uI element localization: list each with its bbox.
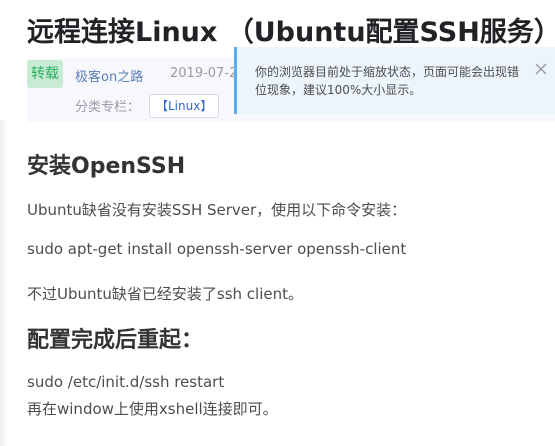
left-edge-shade [0,120,8,446]
zoom-warning-text: 你的浏览器目前处于缩放状态，页面可能会出现错位现象，建议100%大小显示。 [255,65,520,97]
section-heading-install: 安装OpenSSH [27,154,186,179]
close-icon[interactable] [534,61,548,75]
paragraph-install-intro: Ubuntu缺省没有安装SSH Server，使用以下命令安装： [27,201,407,219]
article-title: 远程连接Linux （Ubuntu配置SSH服务） [27,17,555,48]
repost-badge: 转载 [27,60,63,88]
paragraph-install-command: sudo apt-get install openssh-server open… [27,240,407,258]
category-label: 分类专栏： [75,100,141,115]
article-page: 远程连接Linux （Ubuntu配置SSH服务） 转载 极客on之路 2019… [0,0,555,446]
section-heading-restart: 配置完成后重起： [27,328,204,353]
paragraph-client-note: 不过Ubuntu缺省已经安装了ssh client。 [27,285,304,303]
author-link[interactable]: 极客on之路 [75,66,143,85]
zoom-warning-notice: 你的浏览器目前处于缩放状态，页面可能会出现错位现象，建议100%大小显示。 [234,47,555,114]
paragraph-xshell-note: 再在window上使用xshell连接即可。 [27,400,278,418]
category-tag-linux[interactable]: 【Linux】 [149,94,220,118]
paragraph-restart-command: sudo /etc/init.d/ssh restart [27,373,225,391]
publish-date: 2019-07-2 [170,66,238,81]
